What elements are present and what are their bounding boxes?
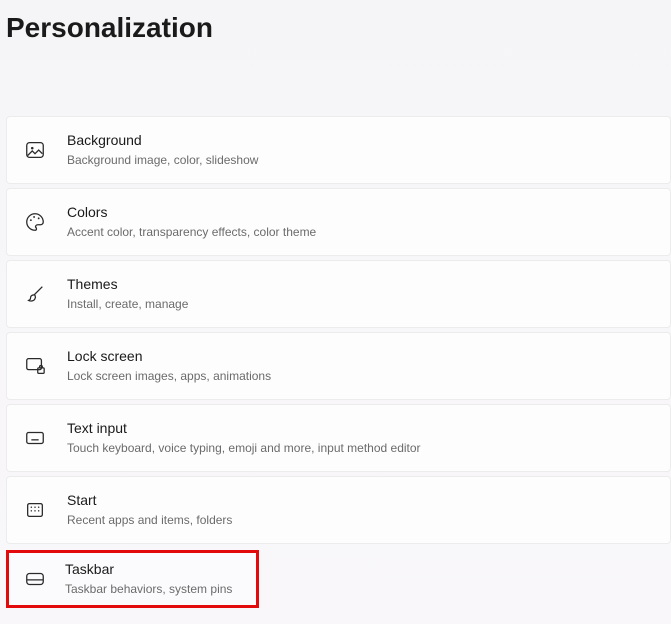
picture-icon (23, 138, 47, 162)
item-desc: Background image, color, slideshow (67, 152, 258, 169)
nav-item-taskbar[interactable]: Taskbar Taskbar behaviors, system pins (6, 550, 259, 608)
nav-item-background[interactable]: Background Background image, color, slid… (6, 116, 671, 184)
taskbar-icon (23, 567, 47, 591)
monitor-lock-icon (23, 354, 47, 378)
item-desc: Install, create, manage (67, 296, 188, 313)
item-title: Colors (67, 203, 316, 223)
nav-item-colors[interactable]: Colors Accent color, transparency effect… (6, 188, 671, 256)
palette-icon (23, 210, 47, 234)
item-title: Start (67, 491, 232, 511)
nav-item-start[interactable]: Start Recent apps and items, folders (6, 476, 671, 544)
nav-item-textinput[interactable]: Text input Touch keyboard, voice typing,… (6, 404, 671, 472)
keyboard-icon (23, 426, 47, 450)
settings-list: Background Background image, color, slid… (0, 116, 671, 608)
item-title: Taskbar (65, 560, 232, 580)
grid-icon (23, 498, 47, 522)
nav-item-themes[interactable]: Themes Install, create, manage (6, 260, 671, 328)
item-desc: Touch keyboard, voice typing, emoji and … (67, 440, 421, 457)
item-title: Lock screen (67, 347, 271, 367)
item-desc: Accent color, transparency effects, colo… (67, 224, 316, 241)
item-desc: Lock screen images, apps, animations (67, 368, 271, 385)
nav-item-lockscreen[interactable]: Lock screen Lock screen images, apps, an… (6, 332, 671, 400)
brush-icon (23, 282, 47, 306)
item-title: Background (67, 131, 258, 151)
item-desc: Taskbar behaviors, system pins (65, 581, 232, 598)
item-desc: Recent apps and items, folders (67, 512, 232, 529)
page-title: Personalization (0, 0, 671, 44)
item-title: Text input (67, 419, 421, 439)
item-title: Themes (67, 275, 188, 295)
